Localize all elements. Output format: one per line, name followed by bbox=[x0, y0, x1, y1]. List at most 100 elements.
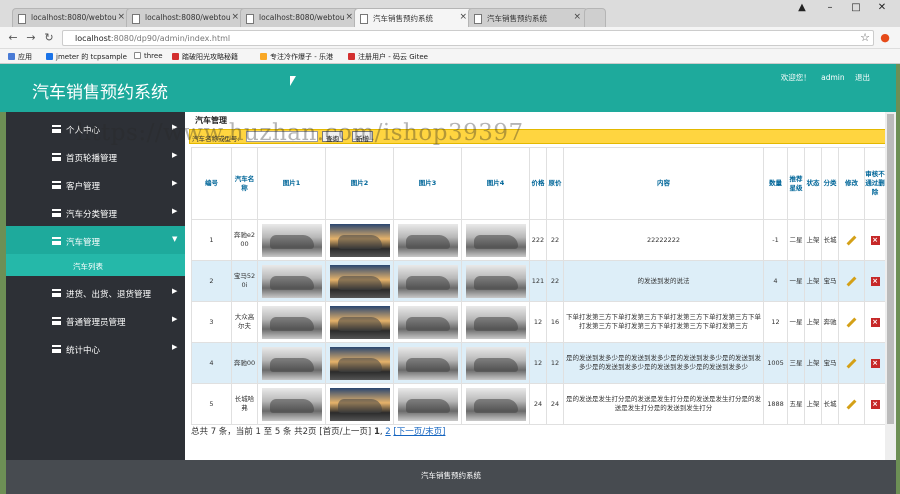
user-profile-icon[interactable]: ▲ bbox=[788, 0, 816, 16]
col-header: 分类 bbox=[821, 147, 839, 220]
sidebar-item-carousel[interactable]: 首页轮播管理 ▶ bbox=[6, 142, 185, 170]
col-header: 图片1 bbox=[257, 147, 326, 220]
page-scrollbar[interactable] bbox=[885, 112, 896, 460]
col-header: 原价 bbox=[546, 147, 564, 220]
sidebar-item-car-management[interactable]: 汽车管理 ▼ bbox=[6, 226, 185, 254]
edit-pencil-icon[interactable] bbox=[846, 399, 857, 409]
car-image[interactable] bbox=[261, 305, 322, 339]
car-image[interactable] bbox=[397, 264, 458, 298]
car-image[interactable] bbox=[397, 305, 458, 339]
page-icon bbox=[474, 14, 482, 24]
back-icon[interactable]: ← bbox=[6, 31, 20, 44]
bookmark-item[interactable]: 踏破阳光攻略秘籍 bbox=[172, 52, 238, 62]
chevron-right-icon: ▶ bbox=[172, 151, 178, 159]
delete-icon[interactable]: × bbox=[870, 399, 880, 409]
sidebar-item-statistics[interactable]: 统计中心 ▶ bbox=[6, 334, 185, 362]
close-tab-icon[interactable]: × bbox=[573, 12, 581, 22]
browser-tab[interactable]: 汽车销售预约系统 × bbox=[468, 8, 588, 27]
edit-pencil-icon[interactable] bbox=[846, 235, 857, 245]
car-image[interactable] bbox=[465, 346, 526, 380]
car-image[interactable] bbox=[261, 223, 322, 257]
close-tab-icon[interactable]: × bbox=[459, 12, 467, 22]
list-icon bbox=[52, 209, 61, 217]
col-header: 图片3 bbox=[393, 147, 462, 220]
car-image[interactable] bbox=[261, 387, 322, 421]
close-tab-icon[interactable]: × bbox=[345, 12, 353, 22]
browser-tab[interactable]: localhost:8080/webtou × bbox=[240, 8, 360, 27]
app-footer: 汽车销售预约系统 bbox=[6, 460, 896, 494]
edit-pencil-icon[interactable] bbox=[846, 276, 857, 286]
browser-tab-bar: localhost:8080/webtou × localhost:8080/we… bbox=[0, 0, 900, 27]
username-link[interactable]: admin bbox=[821, 73, 845, 82]
edit-pencil-icon[interactable] bbox=[846, 358, 857, 368]
car-image[interactable] bbox=[465, 264, 526, 298]
sidebar-item-car-category[interactable]: 汽车分类管理 ▶ bbox=[6, 198, 185, 226]
car-image[interactable] bbox=[261, 264, 322, 298]
pager-summary: 总共 7 条，当前 1 至 5 条 共2页 bbox=[191, 427, 317, 437]
bookmark-item[interactable]: 注册用户 - 码云 Gitee bbox=[348, 52, 428, 62]
col-header: 汽车名称 bbox=[231, 147, 258, 220]
delete-icon[interactable]: × bbox=[870, 358, 880, 368]
list-icon bbox=[52, 317, 61, 325]
car-image[interactable] bbox=[329, 264, 390, 298]
car-image[interactable] bbox=[465, 223, 526, 257]
col-header: 内容 bbox=[563, 147, 764, 220]
car-image[interactable] bbox=[397, 387, 458, 421]
edit-pencil-icon[interactable] bbox=[846, 317, 857, 327]
chevron-right-icon: ▶ bbox=[172, 315, 178, 323]
bookmark-item[interactable]: jmeter 的 tcpsample bbox=[46, 52, 127, 62]
car-image[interactable] bbox=[261, 346, 322, 380]
delete-icon[interactable]: × bbox=[870, 235, 880, 245]
car-image[interactable] bbox=[329, 305, 390, 339]
chevron-right-icon: ▶ bbox=[172, 287, 178, 295]
new-tab-button[interactable] bbox=[584, 8, 606, 27]
close-tab-icon[interactable]: × bbox=[231, 12, 239, 22]
delete-icon[interactable]: × bbox=[870, 276, 880, 286]
browser-tab-active[interactable]: 汽车销售预约系统 × bbox=[354, 8, 474, 27]
chevron-right-icon: ▶ bbox=[172, 179, 178, 187]
table-row: 5 长城哈弗 24 24 是的发送是发生打分是的发送是发生打分是的发送是发生打分… bbox=[191, 383, 886, 425]
bookmark-star-icon[interactable]: ☆ bbox=[858, 31, 872, 44]
delete-icon[interactable]: × bbox=[870, 317, 880, 327]
page-icon bbox=[18, 14, 26, 24]
sidebar-item-admins[interactable]: 普通管理员管理 ▶ bbox=[6, 306, 185, 334]
sidebar-item-customers[interactable]: 客户管理 ▶ bbox=[6, 170, 185, 198]
forward-icon[interactable]: → bbox=[24, 31, 38, 44]
extension-icon[interactable]: ● bbox=[878, 31, 892, 44]
page-icon bbox=[132, 14, 140, 24]
car-table: 编号 汽车名称 图片1 图片2 图片3 图片4 价格 原价 内容 数量 推荐星级… bbox=[191, 147, 886, 425]
car-image[interactable] bbox=[329, 223, 390, 257]
close-tab-icon[interactable]: × bbox=[117, 12, 125, 22]
main-content: 汽车管理 汽车名称或型号: 查询 新增 编号 汽车名称 图片1 图片2 图片3 … bbox=[185, 112, 886, 460]
scrollbar-thumb[interactable] bbox=[887, 114, 894, 424]
car-image[interactable] bbox=[465, 305, 526, 339]
pager-page-link[interactable]: 2 bbox=[385, 427, 390, 437]
close-window-button[interactable]: ✕ bbox=[868, 0, 896, 16]
maximize-button[interactable]: □ bbox=[842, 0, 870, 16]
car-image[interactable] bbox=[397, 346, 458, 380]
chevron-down-icon: ▼ bbox=[172, 235, 178, 243]
car-image[interactable] bbox=[397, 223, 458, 257]
logout-link[interactable]: 退出 bbox=[855, 73, 870, 82]
table-row: 2 宝马520i 121 22 的发送到发的说法 4 一星 上架 宝马 × bbox=[191, 260, 886, 302]
sidebar-subitem-car-list[interactable]: 汽车列表 bbox=[6, 254, 185, 276]
bookmark-item[interactable]: three bbox=[134, 52, 163, 60]
col-header: 图片2 bbox=[325, 147, 394, 220]
reload-icon[interactable]: ↻ bbox=[42, 31, 56, 44]
chevron-right-icon: ▶ bbox=[172, 343, 178, 351]
table-row: 3 大众高尔夫 12 16 下单打发第三方下单打发第三方下单打发第三方下单打发第… bbox=[191, 301, 886, 343]
bookmark-item[interactable]: 专注冷作爆子 - 乐港 bbox=[260, 52, 333, 62]
car-image[interactable] bbox=[329, 346, 390, 380]
url-input[interactable]: localhost:8080/dp90/admin/index.html bbox=[62, 30, 874, 46]
car-image[interactable] bbox=[329, 387, 390, 421]
pager-next-last[interactable]: [下一页/末页] bbox=[393, 427, 445, 437]
col-header: 图片4 bbox=[461, 147, 530, 220]
minimize-button[interactable]: – bbox=[816, 0, 844, 16]
browser-tab[interactable]: localhost:8080/webtou × bbox=[12, 8, 132, 27]
browser-tab[interactable]: localhost:8080/webtou × bbox=[126, 8, 246, 27]
col-header: 审核不通过删除 bbox=[864, 147, 886, 220]
pager-current-page: 1 bbox=[373, 427, 380, 437]
bookmark-apps[interactable]: 应用 bbox=[8, 52, 32, 62]
sidebar-item-inventory[interactable]: 进货、出货、退货管理 ▶ bbox=[6, 278, 185, 306]
car-image[interactable] bbox=[465, 387, 526, 421]
